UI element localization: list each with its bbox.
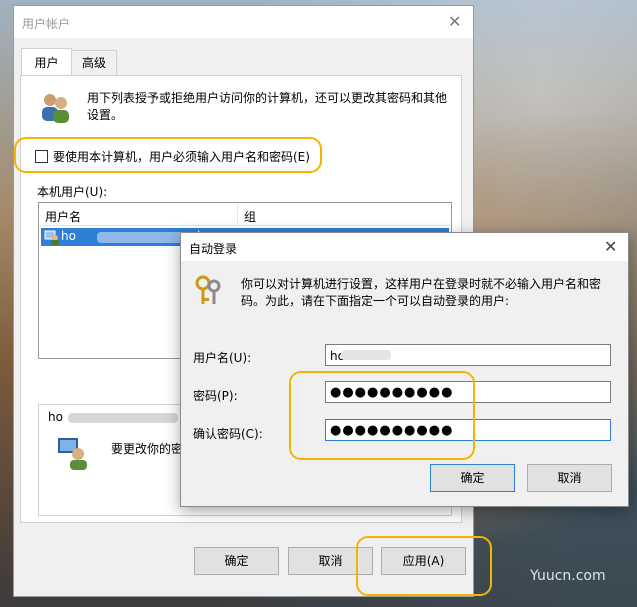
password-label: 密码(P):	[193, 389, 238, 403]
dialog-title: 用户帐户	[22, 17, 71, 31]
username-label: 用户名(U):	[193, 351, 252, 365]
password-highlight	[289, 371, 475, 460]
dialog-title: 自动登录	[189, 242, 238, 256]
column-username[interactable]: 用户名	[45, 208, 81, 225]
close-icon[interactable]: ✕	[604, 237, 617, 256]
tab-users[interactable]: 用户	[21, 48, 72, 77]
close-icon[interactable]: ✕	[448, 12, 461, 31]
users-icon	[42, 94, 69, 123]
user-section-title: ho	[46, 410, 65, 424]
description-text: 用下列表授予或拒绝用户访问你的计算机，还可以更改其密码和其他设置。	[87, 91, 448, 122]
column-group[interactable]: 组	[244, 208, 256, 225]
title-bar[interactable]: 用户帐户 ✕	[14, 6, 473, 38]
title-bar[interactable]: 自动登录 ✕	[181, 233, 628, 261]
redacted-username	[341, 350, 391, 360]
user-icon	[44, 230, 59, 245]
confirm-password-label: 确认密码(C):	[193, 427, 263, 441]
table-header: 用户名 组	[39, 203, 451, 226]
username-cell: ho	[61, 229, 76, 243]
checkbox-highlight	[14, 137, 322, 173]
auto-login-description: 你可以对计算机进行设置，这样用户在登录时就不必输入用户名和密码。为此，请在下面指…	[241, 277, 602, 308]
auto-login-dialog: 自动登录 ✕ 你可以对计算机进行设置，这样用户在登录时就不必输入用户名和密码。为…	[180, 232, 629, 507]
keys-icon	[195, 275, 221, 304]
ok-button[interactable]: 确定	[194, 547, 279, 575]
redacted-username	[97, 232, 189, 243]
ok-button[interactable]: 确定	[430, 464, 515, 492]
cancel-button[interactable]: 取消	[527, 464, 612, 492]
watermark: Yuucn.com	[530, 568, 606, 584]
user-keyboard-icon	[58, 438, 87, 470]
column-divider	[237, 203, 238, 225]
apply-highlight	[356, 536, 492, 596]
local-users-label: 本机用户(U):	[37, 185, 108, 199]
redacted-email	[68, 413, 178, 423]
tab-advanced[interactable]: 高级	[71, 50, 117, 76]
